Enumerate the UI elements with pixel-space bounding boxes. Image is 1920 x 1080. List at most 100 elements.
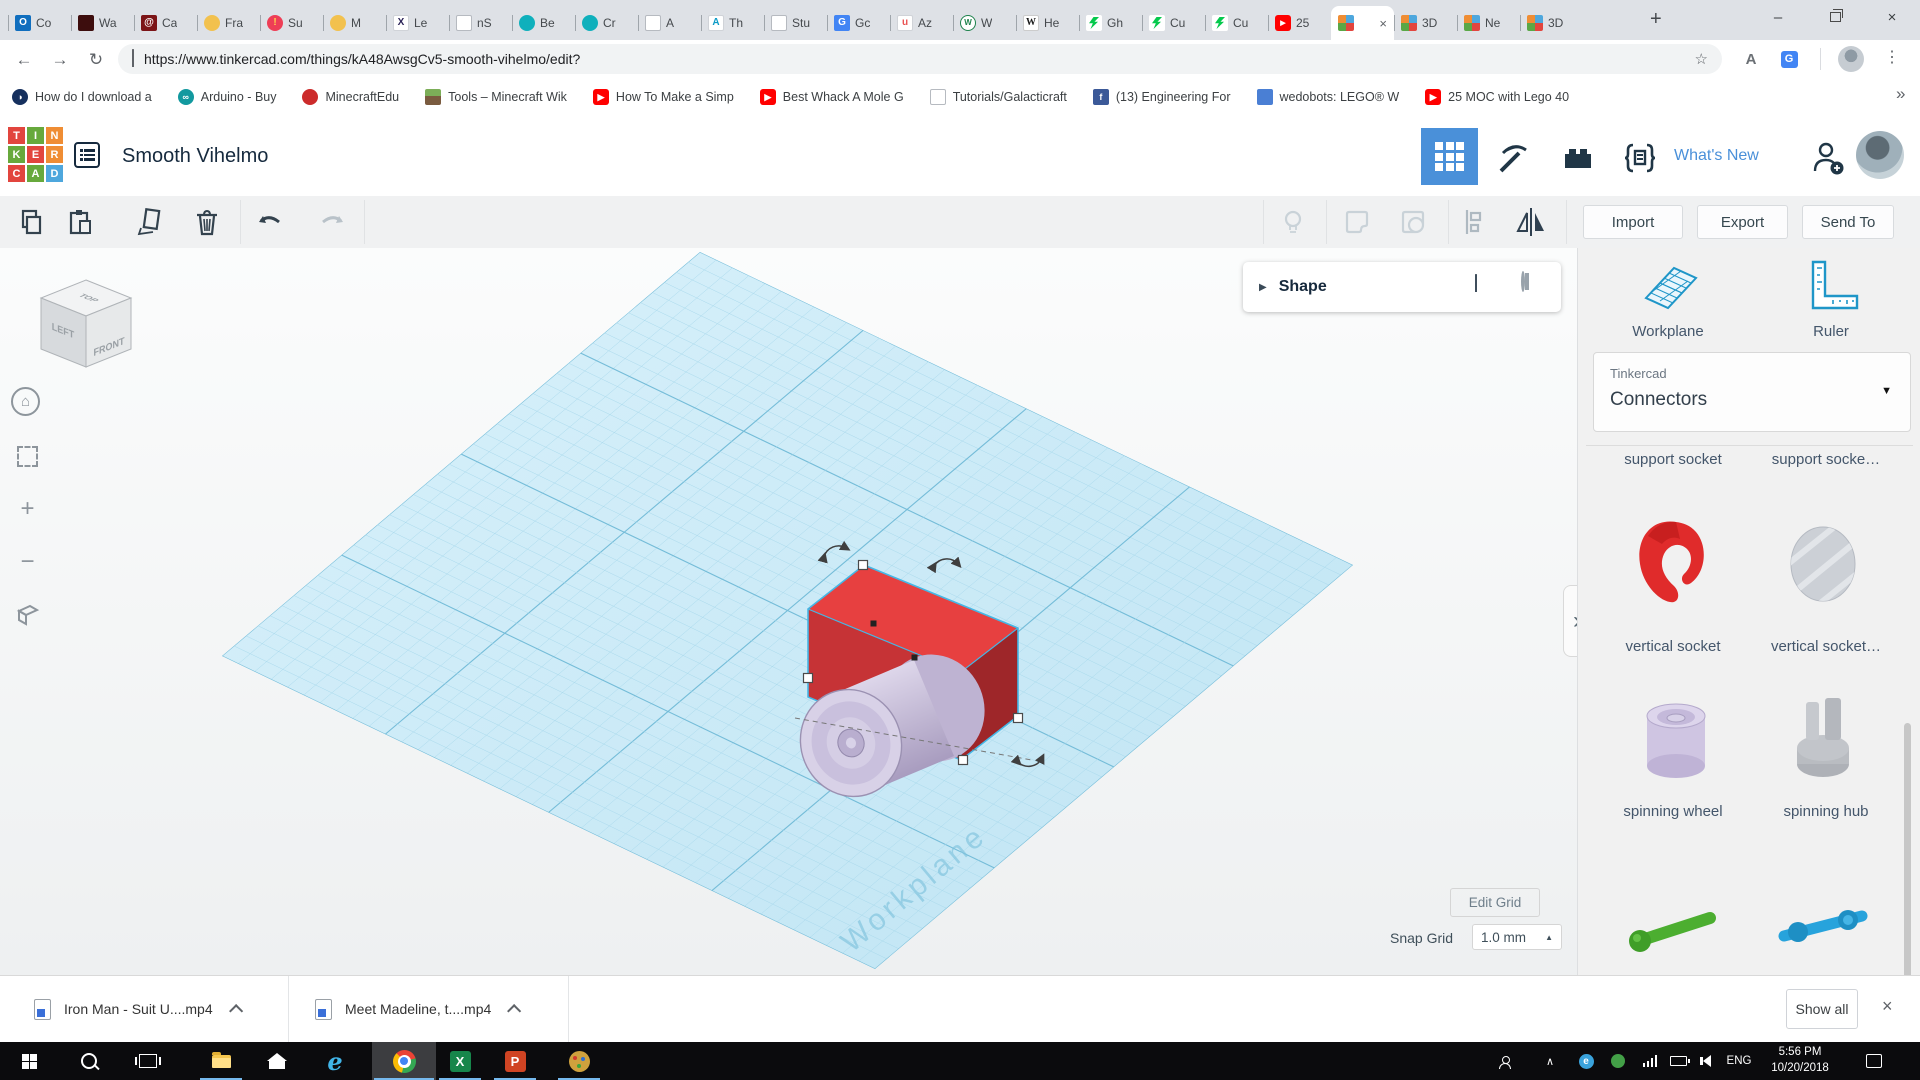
window-maximize-button[interactable] — [1812, 0, 1858, 34]
search-button[interactable] — [66, 1042, 112, 1080]
excel-icon[interactable]: X — [437, 1042, 483, 1080]
lego-brick-icon[interactable] — [1558, 138, 1598, 178]
part-thumb-spinning-hub[interactable] — [1768, 686, 1878, 786]
bookmark-item[interactable]: MinecraftEdu — [302, 89, 399, 105]
codeblocks-icon[interactable] — [1620, 138, 1660, 178]
ungroup-icon[interactable] — [1396, 205, 1430, 239]
task-view-button[interactable] — [125, 1042, 171, 1080]
group-icon[interactable] — [1340, 205, 1374, 239]
bookmark-item[interactable]: ▶ How To Make a Simp — [593, 89, 734, 105]
tray-edge-icon[interactable]: e — [1574, 1042, 1598, 1080]
whats-new-link[interactable]: What's New — [1674, 116, 1759, 196]
omnibox[interactable]: https://www.tinkercad.com/things/kA48Aws… — [118, 44, 1722, 74]
mirror-icon[interactable] — [1514, 205, 1548, 239]
3d-viewport[interactable]: Workplane — [0, 248, 1577, 975]
align-icon[interactable] — [1458, 205, 1492, 239]
undo-icon[interactable] — [252, 205, 286, 239]
browser-tab[interactable]: 3D — [1520, 6, 1583, 40]
download-menu-chevron[interactable] — [507, 1004, 521, 1018]
workplane-tool[interactable]: Workplane — [1593, 258, 1743, 344]
browser-tab[interactable]: × — [1331, 6, 1394, 40]
browser-tab[interactable]: @ Ca — [134, 6, 197, 40]
browser-tab[interactable]: Cr — [575, 6, 638, 40]
browser-menu-icon[interactable]: ⋮ — [1884, 47, 1900, 67]
panel-scrollbar[interactable] — [1904, 723, 1911, 975]
clock[interactable]: 5:56 PM 10/20/2018 — [1758, 1042, 1842, 1080]
browser-tab[interactable]: X Le — [386, 6, 449, 40]
part-thumb-spinning-wheel[interactable] — [1618, 686, 1728, 786]
window-close-button[interactable]: × — [1869, 0, 1915, 34]
tray-app-icon[interactable] — [1606, 1042, 1630, 1080]
edge-icon[interactable]: e — [312, 1042, 358, 1080]
chrome-icon[interactable] — [381, 1042, 427, 1080]
ruler-tool[interactable]: Ruler — [1756, 258, 1906, 344]
browser-tab[interactable]: W He — [1016, 6, 1079, 40]
browser-tab[interactable]: M — [323, 6, 386, 40]
reload-button[interactable]: ↻ — [82, 46, 110, 74]
browser-tab[interactable]: G Gc — [827, 6, 890, 40]
delete-icon[interactable] — [190, 205, 224, 239]
zoom-out-button[interactable]: − — [11, 545, 44, 578]
autodesk-extension-icon[interactable]: A — [1740, 48, 1762, 70]
show-all-lightbulb-icon[interactable] — [1276, 205, 1310, 239]
perspective-toggle-button[interactable] — [11, 598, 44, 631]
browser-tab[interactable]: W W — [953, 6, 1016, 40]
browser-tab[interactable]: Fra — [197, 6, 260, 40]
copy-icon[interactable] — [14, 205, 48, 239]
hidden-icons-chevron[interactable]: ∧ — [1538, 1042, 1562, 1080]
bookmark-item[interactable]: ▶ 25 MOC with Lego 40 — [1425, 89, 1569, 105]
redo-icon[interactable] — [316, 205, 350, 239]
window-minimize-button[interactable]: – — [1755, 0, 1801, 34]
edit-grid-button[interactable]: Edit Grid — [1450, 888, 1540, 917]
bookmark-item[interactable]: ▶ Best Whack A Mole G — [760, 89, 904, 105]
url-text[interactable]: https://www.tinkercad.com/things/kA48Aws… — [144, 51, 1695, 67]
zoom-in-button[interactable]: + — [11, 492, 44, 525]
import-button[interactable]: Import — [1583, 205, 1683, 239]
bookmark-item[interactable]: wedobots: LEGO® W — [1257, 89, 1400, 105]
browser-tab[interactable]: u Az — [890, 6, 953, 40]
paste-icon[interactable] — [62, 205, 96, 239]
account-avatar[interactable] — [1856, 131, 1904, 179]
battery-icon[interactable] — [1664, 1042, 1692, 1080]
download-menu-chevron[interactable] — [229, 1004, 243, 1018]
bookmark-item[interactable]: f (13) Engineering For — [1093, 89, 1231, 105]
download-item[interactable]: Meet Madeline, t....mp4 — [315, 976, 517, 1042]
show-all-downloads-button[interactable]: Show all — [1786, 989, 1858, 1029]
forward-button[interactable]: → — [46, 46, 74, 74]
bookmarks-overflow-chevron[interactable]: » — [1896, 84, 1905, 104]
bookmark-item[interactable]: Tools – Minecraft Wik — [425, 89, 567, 105]
translate-extension-icon[interactable]: G — [1778, 48, 1800, 70]
browser-tab[interactable]: Ne — [1457, 6, 1520, 40]
browser-tab[interactable]: Gh — [1079, 6, 1142, 40]
shape-inspector-dialog[interactable]: ▶ Shape — [1243, 262, 1561, 312]
export-button[interactable]: Export — [1697, 205, 1788, 239]
browser-tab[interactable]: ▶ 25 — [1268, 6, 1331, 40]
part-thumb-blue-rod[interactable] — [1768, 876, 1878, 975]
browser-tab[interactable]: nS — [449, 6, 512, 40]
minecraft-pickaxe-icon[interactable] — [1492, 138, 1532, 178]
tinkercad-logo[interactable]: TIN KER CAD — [8, 127, 63, 182]
browser-tab[interactable]: Cu — [1142, 6, 1205, 40]
visibility-bulb-icon[interactable] — [1521, 273, 1529, 291]
bookmark-item[interactable]: ◑ How do I download a — [12, 89, 152, 105]
shape-library-dropdown[interactable]: Tinkercad Connectors ▼ — [1593, 352, 1911, 432]
people-icon[interactable] — [1490, 1042, 1520, 1080]
bookmark-star-icon[interactable]: ☆ — [1695, 50, 1708, 68]
network-icon[interactable] — [1638, 1042, 1662, 1080]
send-to-button[interactable]: Send To — [1802, 205, 1894, 239]
browser-tab[interactable]: A Th — [701, 6, 764, 40]
invite-user-icon[interactable] — [1808, 138, 1848, 178]
3d-designs-button[interactable] — [1421, 128, 1478, 185]
browser-tab[interactable]: Be — [512, 6, 575, 40]
view-cube[interactable]: TOP LEFT FRONT — [26, 272, 146, 382]
3d-scene[interactable]: Workplane — [0, 248, 1577, 975]
new-tab-button[interactable]: + — [1650, 8, 1662, 31]
part-thumb-vertical-socket-2[interactable] — [1768, 514, 1878, 614]
powerpoint-icon[interactable]: P — [492, 1042, 538, 1080]
part-thumb-green-rod[interactable] — [1618, 876, 1728, 975]
start-button[interactable] — [6, 1042, 52, 1080]
snap-grid-dropdown[interactable]: 1.0 mm ▲ — [1472, 924, 1562, 950]
fit-view-button[interactable] — [11, 440, 44, 473]
design-title[interactable]: Smooth Vihelmo — [122, 116, 268, 196]
file-explorer-icon[interactable] — [198, 1042, 244, 1080]
